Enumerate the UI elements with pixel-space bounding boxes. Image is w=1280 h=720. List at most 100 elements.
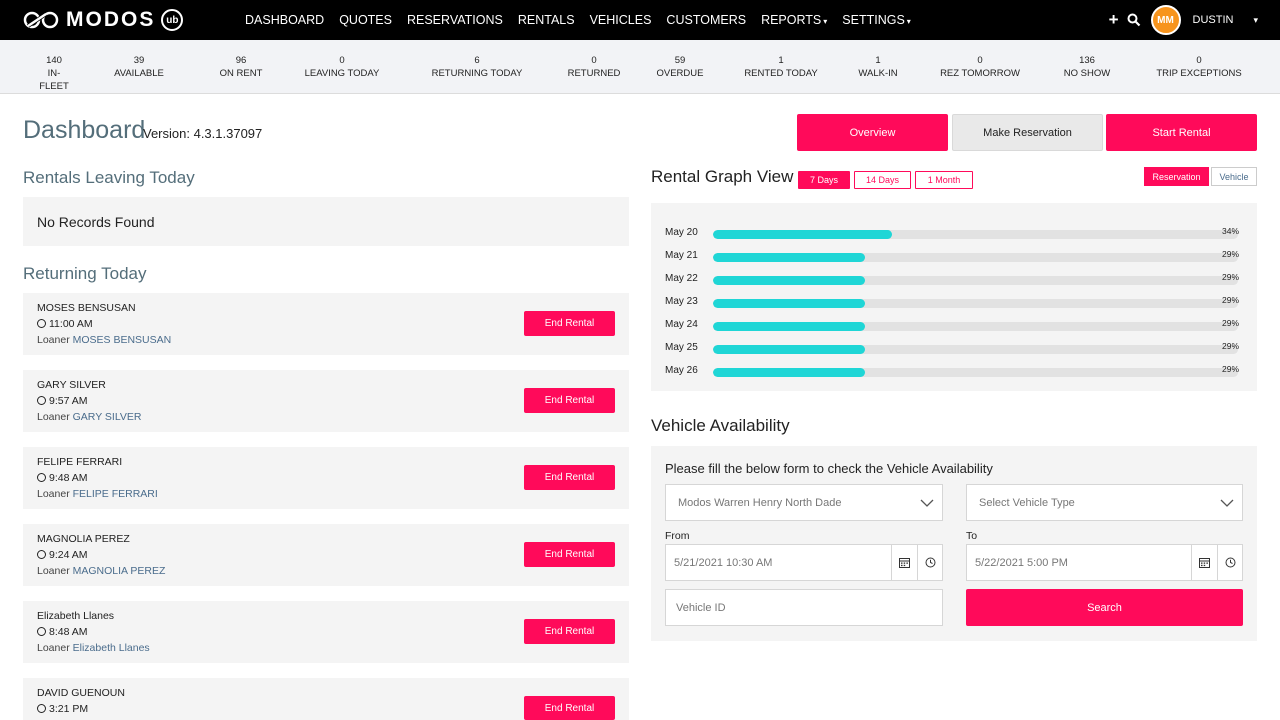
clock-icon[interactable] [917, 545, 943, 580]
stat-trip-exceptions[interactable]: 0 TRIP EXCEPTIONS [1149, 54, 1249, 80]
stat-returned[interactable]: 0 RETURNED [564, 54, 624, 80]
location-value: Modos Warren Henry North Dade [678, 496, 842, 509]
caret-down-icon[interactable]: ▾ [1253, 15, 1258, 26]
stat-available[interactable]: 39 AVAILABLE [109, 54, 169, 80]
loaner-prefix: Loaner [37, 488, 70, 500]
bar-track [713, 345, 1238, 354]
vehicle-type-select[interactable]: Select Vehicle Type [966, 484, 1243, 521]
bar-fill [713, 345, 866, 354]
stats-bar: 140 IN-FLEET 39 AVAILABLE 96 ON RENT 0 LEAVI… [0, 40, 1280, 94]
bar-track [713, 322, 1238, 331]
range-7-days-button[interactable]: 7 Days [798, 171, 850, 189]
stat-on-rent[interactable]: 96 ON RENT [211, 54, 271, 80]
range-14-days-button[interactable]: 14 Days [854, 171, 911, 189]
end-rental-button[interactable]: End Rental [524, 388, 615, 413]
stat-value: 0 [339, 55, 345, 66]
time-value: 9:57 AM [49, 395, 88, 407]
stat-rez-tomorrow[interactable]: 0 REZ TOMORROW [935, 54, 1025, 80]
time-value: 8:48 AM [49, 626, 88, 638]
stat-label: IN-FLEET [39, 68, 69, 92]
returning-today-title: Returning Today [23, 264, 147, 283]
loaner-link[interactable]: FELIPE FERRARI [73, 488, 158, 500]
loaner-link[interactable]: Elizabeth Llanes [73, 642, 150, 654]
stat-returning-today[interactable]: 6 RETURNING TODAY [422, 54, 532, 80]
avatar[interactable]: ММ [1150, 5, 1181, 35]
end-rental-button[interactable]: End Rental [524, 542, 615, 567]
graph-date-label: May 21 [665, 250, 698, 261]
stat-walk-in[interactable]: 1 WALK-IN [848, 54, 908, 80]
to-datetime-input[interactable]: 5/22/2021 5:00 PM [966, 544, 1243, 581]
bar-fill [713, 322, 866, 331]
loaner-prefix: Loaner [37, 642, 70, 654]
bar-track [713, 299, 1238, 308]
nav-settings[interactable]: SETTINGS ▾ [842, 13, 911, 27]
start-rental-button[interactable]: Start Rental [1106, 114, 1257, 151]
stat-leaving-today[interactable]: 0 LEAVING TODAY [297, 54, 387, 80]
chevron-down-icon [920, 499, 934, 507]
overview-button[interactable]: Overview [797, 114, 948, 151]
nav-vehicles[interactable]: VEHICLES [590, 13, 652, 27]
location-select[interactable]: Modos Warren Henry North Dade [665, 484, 943, 521]
end-rental-button[interactable]: End Rental [524, 696, 615, 720]
loaner-prefix: Loaner [37, 565, 70, 577]
time-value: 3:21 PM [49, 703, 89, 715]
make-reservation-button[interactable]: Make Reservation [952, 114, 1103, 151]
end-rental-button[interactable]: End Rental [524, 311, 615, 336]
from-datetime-input[interactable]: 5/21/2021 10:30 AM [665, 544, 943, 581]
infinity-logo-icon [23, 11, 59, 29]
stat-label: RENTED TODAY [744, 68, 818, 79]
stat-in-fleet[interactable]: 140 IN-FLEET [34, 54, 74, 93]
stat-label: LEAVING TODAY [304, 68, 380, 79]
stat-value: 140 [46, 55, 62, 66]
stat-label: AVAILABLE [114, 68, 164, 79]
calendar-icon[interactable] [1191, 545, 1217, 580]
range-1-month-button[interactable]: 1 Month [915, 171, 973, 189]
username[interactable]: DUSTIN [1193, 14, 1234, 26]
loaner-link[interactable]: MAGNOLIA PEREZ [73, 565, 166, 577]
end-rental-button[interactable]: End Rental [524, 619, 615, 644]
nav-quotes[interactable]: QUOTES [339, 13, 392, 27]
vehicle-type-placeholder: Select Vehicle Type [979, 496, 1075, 509]
clock-icon[interactable] [1217, 545, 1243, 580]
end-rental-button[interactable]: End Rental [524, 465, 615, 490]
search-button[interactable]: Search [966, 589, 1243, 626]
stat-label: RETURNED [567, 68, 621, 79]
loaner-link[interactable]: MOSES BENSUSAN [73, 334, 172, 346]
stat-no-show[interactable]: 136 NO SHOW [1057, 54, 1117, 80]
vehicle-id-input[interactable]: Vehicle ID [665, 589, 943, 626]
stat-label: REZ TOMORROW [940, 68, 1020, 79]
clock-icon [37, 473, 46, 482]
brand-logo[interactable]: MODOS ub [22, 8, 184, 32]
user-area: + ММ DUSTIN ▾ [1109, 0, 1258, 40]
brand-badge-icon: ub [161, 9, 184, 31]
calendar-icon[interactable] [891, 545, 917, 580]
return-time: 8:48 AM [37, 626, 88, 638]
page-title: Dashboard [23, 116, 146, 144]
nav-rentals[interactable]: RENTALS [518, 13, 575, 27]
nav-label: VEHICLES [589, 13, 652, 27]
reservation-toggle[interactable]: Reservation [1144, 167, 1209, 186]
main-menu: DASHBOARD QUOTES RESERVATIONS RENTALS VE… [245, 0, 926, 40]
stat-overdue[interactable]: 59 OVERDUE [650, 54, 710, 80]
nav-reservations[interactable]: RESERVATIONS [407, 13, 503, 27]
stat-value: 6 [474, 55, 480, 66]
nav-label: RENTALS [517, 13, 575, 27]
nav-dashboard[interactable]: DASHBOARD [245, 13, 324, 27]
nav-reports[interactable]: REPORTS ▾ [761, 13, 827, 27]
return-time: 11:00 AM [37, 318, 93, 330]
to-label: To [966, 530, 978, 542]
plus-icon[interactable]: + [1109, 10, 1119, 30]
search-icon[interactable] [1127, 13, 1141, 27]
graph-row: May 26 29% [651, 363, 1257, 379]
loaner-link[interactable]: GARY SILVER [73, 411, 142, 423]
bar-fill [713, 299, 866, 308]
loaner-line: Loaner MOSES BENSUSAN [37, 334, 171, 346]
customer-name: MAGNOLIA PEREZ [37, 533, 130, 545]
bar-percent-label: 29% [1222, 341, 1240, 351]
stat-label: TRIP EXCEPTIONS [1156, 68, 1242, 79]
nav-customers[interactable]: CUSTOMERS [666, 13, 746, 27]
vehicle-toggle[interactable]: Vehicle [1211, 167, 1257, 186]
stat-rented-today[interactable]: 1 RENTED TODAY [741, 54, 821, 80]
version-text: Version: 4.3.1.37097 [143, 126, 263, 141]
customer-name: FELIPE FERRARI [37, 456, 123, 468]
